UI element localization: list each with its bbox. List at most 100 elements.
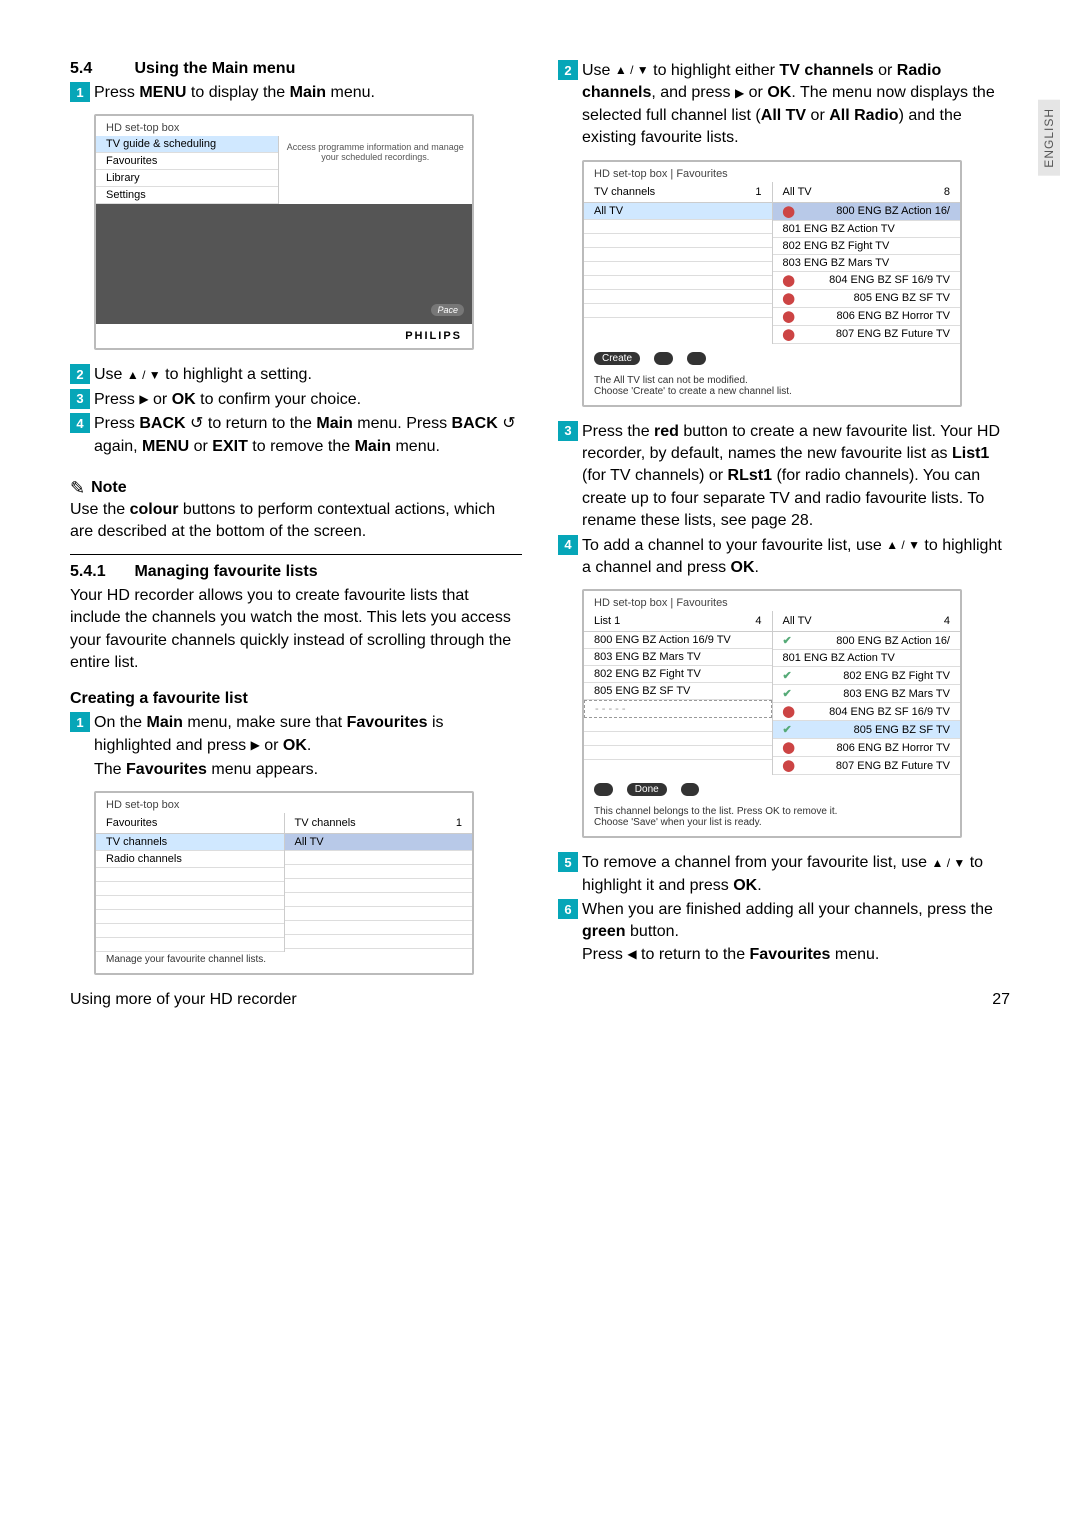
list-item: Radio channels — [96, 851, 284, 868]
ss-footer-note: The All TV list can not be modified.Choo… — [584, 373, 960, 405]
channel-icon: ⬤ — [783, 759, 795, 772]
channel-icon: ⬤ — [783, 328, 795, 341]
list-item: ⬤800 ENG BZ Action 16/ — [773, 203, 961, 221]
menu-item: Favourites — [96, 153, 278, 170]
note-label: Note — [91, 479, 127, 497]
pill — [687, 352, 706, 365]
list-item: ⬤804 ENG BZ SF 16/9 TV — [773, 272, 961, 290]
ss-title: HD set-top box — [96, 116, 472, 136]
list-item: 805 ENG BZ SF TV — [584, 683, 772, 700]
pace-badge: Pace — [431, 304, 464, 316]
ss-title: HD set-top box — [96, 793, 472, 813]
right-column: 2 Use ▲ / ▼ to highlight either TV chann… — [558, 60, 1010, 989]
up-down-icon: ▲ / ▼ — [127, 367, 161, 384]
create-fav-heading: Creating a favourite list — [70, 690, 522, 708]
list-item-placeholder: - - - - - — [584, 700, 772, 718]
left-icon: ◀ — [627, 946, 636, 963]
pill — [594, 783, 613, 796]
step-text: To add a channel to your favourite list,… — [582, 535, 1010, 580]
list-item: 801 ENG BZ Action TV — [773, 650, 961, 667]
preview-area: Pace — [96, 204, 472, 324]
check-icon: ✔ — [783, 687, 792, 700]
list-item: ✔800 ENG BZ Action 16/ — [773, 632, 961, 650]
list-item: ⬤805 ENG BZ SF TV — [773, 290, 961, 308]
ss-buttons: Create — [584, 344, 960, 373]
right-icon: ▶ — [139, 391, 148, 408]
create-pill: Create — [594, 352, 640, 365]
check-icon: ✔ — [783, 669, 792, 682]
step-text: Use ▲ / ▼ to highlight either TV channel… — [582, 60, 1010, 150]
list-item: All TV — [285, 834, 473, 851]
up-down-icon: ▲ / ▼ — [932, 855, 966, 872]
step-text: Use ▲ / ▼ to highlight a setting. — [94, 364, 522, 386]
list-item: 803 ENG BZ Mars TV — [584, 649, 772, 666]
step-text: Press ▶ or OK to confirm your choice. — [94, 389, 522, 411]
back-icon: ↺ — [498, 415, 516, 432]
screenshot-main-menu: HD set-top box TV guide & scheduling Fav… — [94, 114, 474, 350]
list-item: ⬤807 ENG BZ Future TV — [773, 326, 961, 344]
list-item: ⬤807 ENG BZ Future TV — [773, 757, 961, 775]
step-badge-4: 4 — [70, 413, 90, 433]
channel-icon: ⬤ — [783, 705, 795, 718]
ss-col-header: Favourites — [96, 813, 284, 834]
ss-footer-note: This channel belongs to the list. Press … — [584, 804, 960, 836]
list-item: ✔802 ENG BZ Fight TV — [773, 667, 961, 685]
list-item: 800 ENG BZ Action 16/9 TV — [584, 632, 772, 649]
subsection-number: 5.4.1 — [70, 563, 130, 581]
subsection-title: Managing favourite lists — [134, 563, 317, 580]
divider — [70, 554, 522, 555]
step-badge-2: 2 — [70, 364, 90, 384]
ss-buttons: Done — [584, 775, 960, 804]
note-icon: ✎ — [70, 478, 85, 499]
list-item: ⬤804 ENG BZ SF 16/9 TV — [773, 703, 961, 721]
screenshot-channel-list: HD set-top box | Favourites TV channels1… — [582, 160, 962, 407]
list-item: 802 ENG BZ Fight TV — [584, 666, 772, 683]
section-title: Using the Main menu — [134, 60, 295, 77]
note-body: Use the colour buttons to perform contex… — [70, 499, 522, 544]
up-down-icon: ▲ / ▼ — [615, 62, 649, 79]
right-icon: ▶ — [251, 737, 260, 754]
step-badge-5: 5 — [558, 852, 578, 872]
step-text: To remove a channel from your favourite … — [582, 852, 1010, 897]
screenshot-list-editing: HD set-top box | Favourites List 14 800 … — [582, 589, 962, 838]
subsection-heading: 5.4.1 Managing favourite lists — [70, 563, 522, 581]
step-badge-4: 4 — [558, 535, 578, 555]
channel-icon: ⬤ — [783, 310, 795, 323]
step-text: On the Main menu, make sure that Favouri… — [94, 712, 522, 757]
step-text: When you are finished adding all your ch… — [582, 899, 1010, 966]
left-column: 5.4 Using the Main menu 1 Press MENU to … — [70, 60, 522, 989]
list-item: 801 ENG BZ Action TV — [773, 221, 961, 238]
list-item: 803 ENG BZ Mars TV — [773, 255, 961, 272]
menu-description: Access programme information and manage … — [279, 136, 473, 204]
list-item: ✔805 ENG BZ SF TV — [773, 721, 961, 739]
fav-intro: Your HD recorder allows you to create fa… — [70, 585, 522, 675]
menu-item: Library — [96, 170, 278, 187]
step-text: Press BACK ↺ to return to the Main menu.… — [94, 413, 522, 458]
note-heading: ✎ Note — [70, 478, 522, 499]
step-badge-3: 3 — [70, 389, 90, 409]
language-tab: ENGLISH — [1038, 100, 1060, 176]
list-item: ⬤806 ENG BZ Horror TV — [773, 739, 961, 757]
step-badge-1: 1 — [70, 712, 90, 732]
step-text: Press MENU to display the Main menu. — [94, 82, 522, 104]
step-text: Press the red button to create a new fav… — [582, 421, 1010, 533]
philips-brand: PHILIPS — [96, 324, 472, 348]
menu-item: Settings — [96, 187, 278, 204]
list-item: ⬤806 ENG BZ Horror TV — [773, 308, 961, 326]
list-item: All TV — [584, 203, 772, 220]
channel-icon: ⬤ — [783, 741, 795, 754]
list-item: ✔803 ENG BZ Mars TV — [773, 685, 961, 703]
check-icon: ✔ — [783, 634, 792, 647]
ss-title: HD set-top box | Favourites — [584, 162, 960, 182]
step-badge-1: 1 — [70, 82, 90, 102]
step-badge-2: 2 — [558, 60, 578, 80]
check-icon: ✔ — [783, 723, 792, 736]
list-item: TV channels — [96, 834, 284, 851]
footer-text: Using more of your HD recorder — [70, 991, 297, 1009]
screenshot-favourites-menu: HD set-top box Favourites TV channels Ra… — [94, 791, 474, 975]
ss-title: HD set-top box | Favourites — [584, 591, 960, 611]
section-heading: 5.4 Using the Main menu — [70, 60, 522, 78]
ss-col-header: TV channels1 — [285, 813, 473, 834]
pill — [654, 352, 673, 365]
up-down-icon: ▲ / ▼ — [886, 537, 920, 554]
